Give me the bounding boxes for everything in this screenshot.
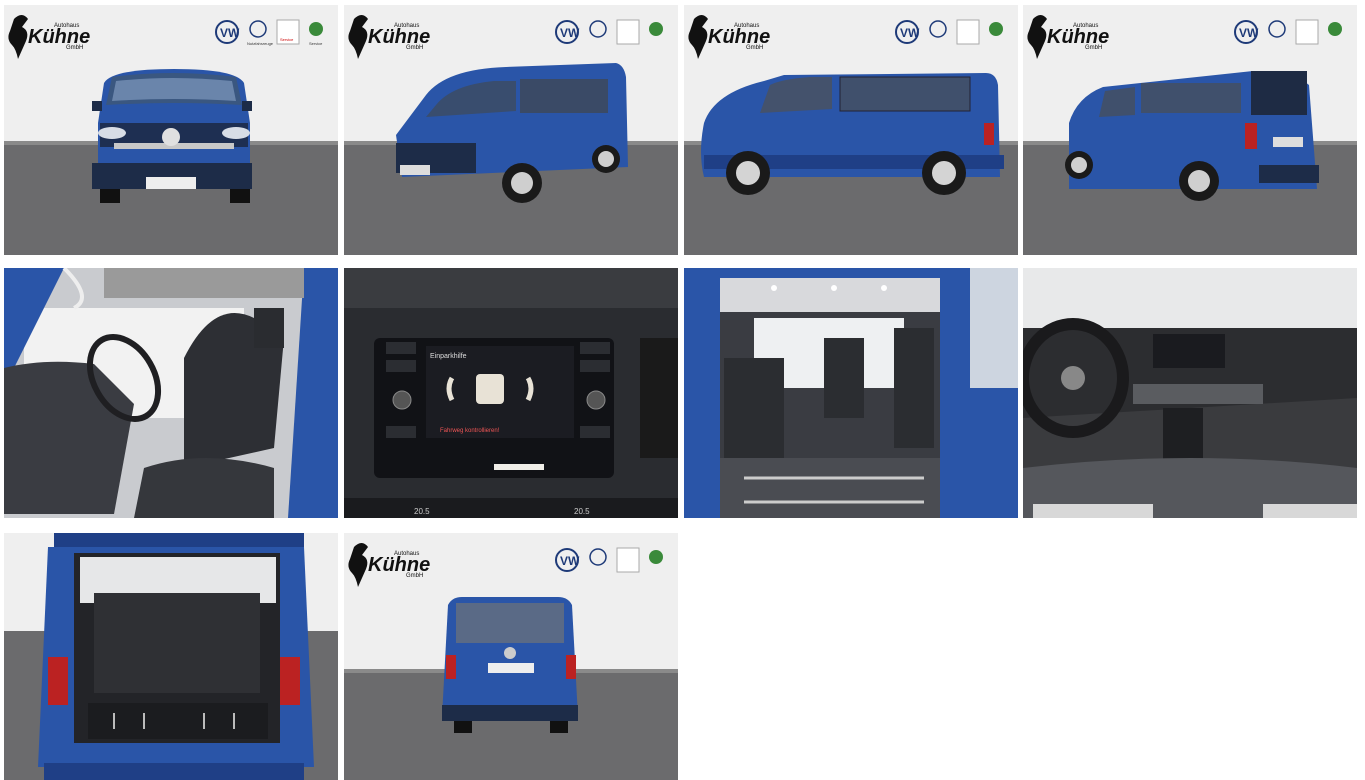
svg-text:GmbH: GmbH: [746, 45, 763, 51]
photo-tile-dashboard[interactable]: [1023, 268, 1357, 518]
svg-text:GmbH: GmbH: [1085, 45, 1102, 51]
cabin-photo: [4, 268, 338, 518]
photo-tile-rear[interactable]: Kühne Autohaus GmbH VW: [344, 533, 678, 780]
svg-text:Service: Service: [280, 37, 294, 42]
svg-text:VW: VW: [220, 26, 240, 40]
climate-left-temp: 20.5: [414, 507, 430, 516]
display-warning: Fahrweg kontrollieren!: [440, 428, 500, 434]
svg-text:Nutzfahrzeuge: Nutzfahrzeuge: [247, 41, 274, 46]
van-rear-quarter-photo: Kühne Autohaus GmbH VW: [1023, 5, 1357, 255]
photo-tile-passenger[interactable]: [684, 268, 1018, 518]
trunk-photo: [4, 533, 338, 780]
van-body: [1065, 71, 1319, 201]
climate-right-temp: 20.5: [574, 507, 590, 516]
van-side-photo: Kühne Autohaus GmbH VW: [684, 5, 1018, 255]
passenger-photo: [684, 268, 1018, 518]
display-title: Einparkhilfe: [430, 353, 467, 360]
van-front-photo: Kühne Autohaus GmbH VW Nutzfahrzeuge Ser…: [4, 5, 338, 255]
svg-text:Autohaus: Autohaus: [734, 23, 759, 29]
photo-tile-front-quarter[interactable]: Kühne Autohaus GmbH VW: [344, 5, 678, 255]
photo-tile-side[interactable]: Kühne Autohaus GmbH VW: [684, 5, 1018, 255]
svg-text:GmbH: GmbH: [406, 573, 423, 579]
svg-text:VW: VW: [560, 26, 580, 40]
photo-tile-infotainment[interactable]: Einparkhilfe Fahrweg kontrollieren! 20.5…: [344, 268, 678, 518]
infotainment-photo: Einparkhilfe Fahrweg kontrollieren! 20.5…: [344, 268, 678, 518]
photo-tile-cabin[interactable]: [4, 268, 338, 518]
svg-text:Service: Service: [309, 41, 323, 46]
dealer-tagline-top: Autohaus: [54, 23, 79, 29]
dashboard-photo: [1023, 268, 1357, 518]
van-front-quarter-photo: Kühne Autohaus GmbH VW: [344, 5, 678, 255]
svg-text:Autohaus: Autohaus: [394, 551, 419, 557]
svg-text:VW: VW: [1239, 26, 1259, 40]
van-body: [92, 69, 252, 203]
van-body: [701, 73, 1004, 195]
van-rear-photo: Kühne Autohaus GmbH VW: [344, 533, 678, 780]
photo-tile-trunk[interactable]: [4, 533, 338, 780]
dealer-tagline-bottom: GmbH: [66, 45, 83, 51]
svg-text:VW: VW: [900, 26, 920, 40]
svg-text:Autohaus: Autohaus: [1073, 23, 1098, 29]
svg-text:GmbH: GmbH: [406, 45, 423, 51]
photo-tile-rear-quarter[interactable]: Kühne Autohaus GmbH VW: [1023, 5, 1357, 255]
photo-gallery: Kühne Autohaus GmbH VW Nutzfahrzeuge Ser…: [0, 0, 1365, 780]
van-body: [442, 597, 578, 733]
svg-text:VW: VW: [560, 554, 580, 568]
photo-tile-front[interactable]: Kühne Autohaus GmbH VW Nutzfahrzeuge Ser…: [4, 5, 338, 255]
svg-text:Autohaus: Autohaus: [394, 23, 419, 29]
